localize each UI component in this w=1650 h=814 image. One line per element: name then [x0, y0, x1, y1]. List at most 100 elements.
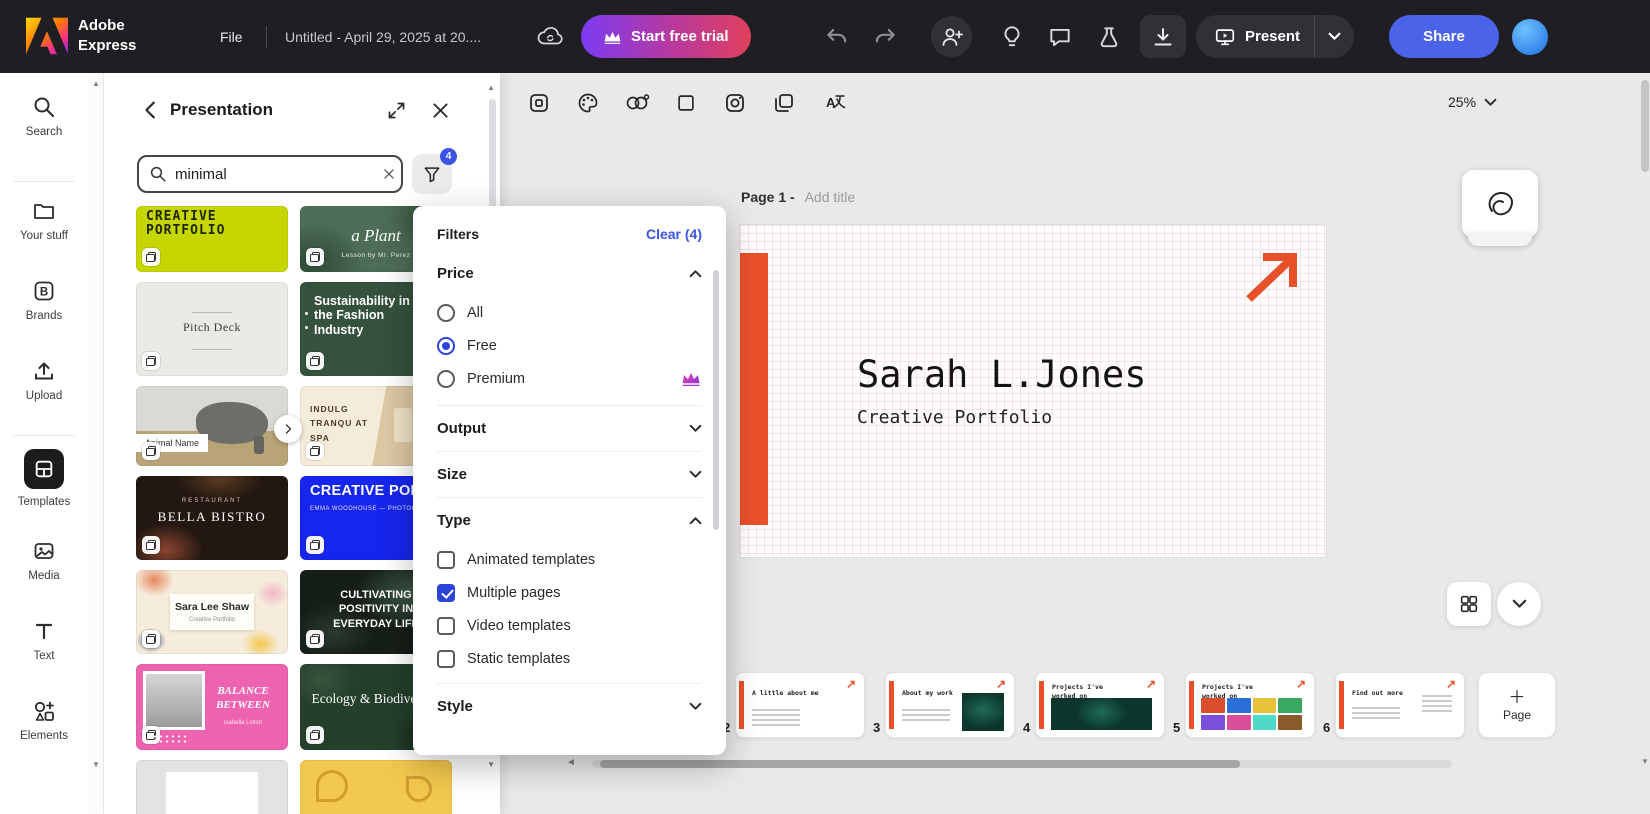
- template-card[interactable]: [136, 760, 288, 814]
- cloud-sync-icon[interactable]: [534, 24, 566, 50]
- vertical-scrollbar-thumb[interactable]: [1641, 80, 1649, 172]
- slide-canvas[interactable]: Sarah L.Jones Creative Portfolio: [740, 225, 1326, 557]
- template-card[interactable]: Animal Name: [136, 386, 288, 466]
- quick-actions-card[interactable]: [1462, 170, 1538, 238]
- page-thumbnail-2[interactable]: 2 ↗ A little about me: [735, 672, 865, 738]
- scroll-down-icon[interactable]: ▼: [92, 760, 100, 769]
- beta-flask-icon[interactable]: [1096, 24, 1122, 50]
- sidebar-item-search[interactable]: Search: [0, 95, 88, 169]
- left-sidebar: Search Your stuff B Brands Upload Templa…: [0, 73, 88, 814]
- sidebar-item-upload[interactable]: Upload: [0, 359, 88, 433]
- present-button[interactable]: Present: [1196, 26, 1314, 48]
- horizontal-scrollbar-thumb[interactable]: [600, 760, 1240, 768]
- page-title-placeholder[interactable]: Add title: [805, 189, 856, 205]
- present-button-group: Present: [1196, 15, 1354, 58]
- scroll-down-icon[interactable]: ▼: [1641, 757, 1649, 766]
- media-icon: [32, 539, 56, 563]
- scroll-up-icon[interactable]: ▲: [92, 79, 100, 88]
- type-option-video[interactable]: Video templates: [437, 609, 702, 642]
- sidebar-item-elements[interactable]: Elements: [0, 699, 88, 773]
- add-page-button[interactable]: ＋ Page: [1478, 672, 1556, 738]
- filters-button[interactable]: 4: [412, 154, 452, 194]
- template-card[interactable]: [300, 760, 452, 814]
- page-label: Page 1 -: [741, 189, 795, 205]
- translate-icon[interactable]: A: [815, 85, 851, 121]
- color-palette-icon[interactable]: [570, 85, 606, 121]
- page-thumbnail-4[interactable]: 4 ↗ Projects I've worked on: [1035, 672, 1165, 738]
- output-section-header[interactable]: Output: [437, 405, 702, 451]
- scribble-icon: [1482, 187, 1518, 221]
- price-option-all[interactable]: All: [437, 296, 702, 329]
- template-card[interactable]: Sara Lee ShawCreative Portfolio: [136, 570, 288, 654]
- start-free-trial-button[interactable]: Start free trial: [581, 15, 751, 58]
- filmstrip-scroll-left-icon[interactable]: ◄: [566, 757, 576, 768]
- checkbox-checked-icon: [437, 584, 455, 602]
- share-button[interactable]: Share: [1389, 15, 1499, 58]
- multipage-icon: [306, 630, 324, 648]
- account-avatar[interactable]: [1512, 19, 1548, 55]
- popup-scrollbar-thumb[interactable]: [713, 270, 719, 530]
- document-title[interactable]: Untitled - April 29, 2025 at 20....: [285, 29, 481, 45]
- price-section-header[interactable]: Price: [437, 250, 702, 296]
- expand-panel-icon[interactable]: [386, 100, 407, 121]
- multipage-icon: [306, 726, 324, 744]
- divider: [14, 181, 74, 182]
- page-thumbnail-3[interactable]: 3 ↗ About my work: [885, 672, 1015, 738]
- undo-icon[interactable]: [824, 24, 850, 50]
- zoom-control[interactable]: 25%: [1448, 94, 1497, 110]
- invite-people-button[interactable]: [931, 16, 972, 57]
- sidebar-item-brands[interactable]: B Brands: [0, 279, 88, 353]
- sidebar-item-text[interactable]: Text: [0, 619, 88, 693]
- adobe-express-logo[interactable]: [26, 17, 68, 55]
- redo-icon[interactable]: [872, 24, 898, 50]
- slide-arrow-graphic[interactable]: [1240, 249, 1302, 307]
- scroll-up-icon[interactable]: ▲: [487, 83, 495, 92]
- comment-icon[interactable]: [1047, 24, 1073, 50]
- collapse-filmstrip-button[interactable]: [1497, 582, 1541, 626]
- lightbulb-icon[interactable]: [999, 24, 1025, 50]
- type-option-static[interactable]: Static templates: [437, 642, 702, 675]
- back-icon[interactable]: [140, 99, 162, 121]
- radio-icon: [437, 304, 455, 322]
- type-section-header[interactable]: Type: [437, 497, 702, 543]
- thumbnail-preview: ↗ About my work: [889, 676, 1011, 734]
- style-section-header[interactable]: Style: [437, 683, 702, 729]
- page-thumbnail-6[interactable]: 6 ↗ Find out more: [1335, 672, 1465, 738]
- type-option-animated[interactable]: Animated templates: [437, 543, 702, 576]
- elements-icon: [32, 699, 56, 723]
- scroll-down-icon[interactable]: ▼: [487, 760, 495, 769]
- horizontal-scrollbar[interactable]: [592, 760, 1452, 768]
- carousel-next-button[interactable]: [274, 415, 302, 443]
- template-search-input[interactable]: [175, 166, 374, 183]
- download-button[interactable]: [1140, 15, 1186, 58]
- sidebar-item-media[interactable]: Media: [0, 539, 88, 613]
- grid-view-button[interactable]: [1447, 582, 1491, 626]
- slide-title-text[interactable]: Sarah L.Jones: [857, 353, 1147, 396]
- slide-accent-bar[interactable]: [740, 253, 768, 525]
- price-option-free[interactable]: Free: [437, 329, 702, 362]
- size-section-header[interactable]: Size: [437, 451, 702, 497]
- page-thumbnail-5[interactable]: 5 ↗ Projects I've worked on: [1185, 672, 1315, 738]
- frame-tool-icon[interactable]: [521, 85, 557, 121]
- clear-filters-button[interactable]: Clear (4): [646, 226, 702, 242]
- sidebar-item-your-stuff[interactable]: Your stuff: [0, 199, 88, 273]
- clear-search-icon[interactable]: [382, 167, 396, 181]
- template-card[interactable]: RESTAURANT BELLA BISTRO: [136, 476, 288, 560]
- template-card[interactable]: Pitch Deck: [136, 282, 288, 376]
- shapes-tool-icon[interactable]: [619, 85, 655, 121]
- type-option-multiple-pages[interactable]: Multiple pages: [437, 576, 702, 609]
- price-option-premium[interactable]: Premium: [437, 362, 702, 395]
- present-options-button[interactable]: [1315, 15, 1354, 58]
- social-post-icon[interactable]: [717, 85, 753, 121]
- sidebar-item-templates[interactable]: Templates: [0, 457, 88, 531]
- template-card[interactable]: BALANCE BETWEEN Isabella Liston: [136, 664, 288, 750]
- template-card[interactable]: CREATIVE PORTFOLIO: [136, 206, 288, 272]
- file-menu[interactable]: File: [220, 29, 243, 45]
- duplicate-icon[interactable]: [766, 85, 802, 121]
- close-panel-icon[interactable]: [430, 100, 451, 121]
- chevron-down-icon: [689, 470, 702, 479]
- slide-subtitle-text[interactable]: Creative Portfolio: [857, 407, 1052, 428]
- square-tool-icon[interactable]: [668, 85, 704, 121]
- chevron-up-icon: [689, 516, 702, 525]
- multipage-icon: [142, 726, 160, 744]
